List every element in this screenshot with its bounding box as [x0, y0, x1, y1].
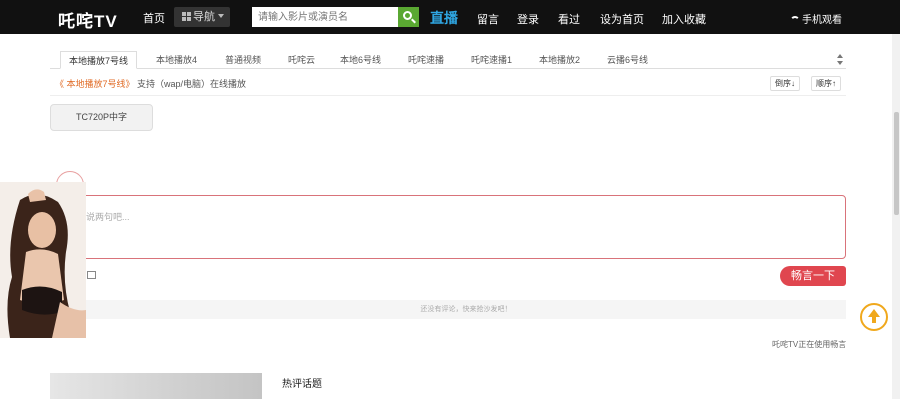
- page-scrollbar[interactable]: [892, 34, 900, 399]
- current-line-info: 《 本地播放7号线》 支持（wap/电脑）在线播放: [55, 77, 246, 90]
- divider: [50, 95, 846, 96]
- grid-icon: [182, 12, 191, 21]
- tabs-scroll-control[interactable]: [836, 53, 844, 67]
- wifi-icon: [790, 16, 800, 23]
- tab-source-8[interactable]: 本地播放2: [539, 51, 580, 69]
- chevron-down-icon: [218, 14, 224, 18]
- tab-source-6[interactable]: 吒咤速播: [408, 51, 444, 69]
- nav-menu-label: 导航: [193, 11, 215, 23]
- tab-source-7[interactable]: 吒咤速播1: [471, 51, 512, 69]
- sort-desc-button[interactable]: 倒序↓: [770, 76, 800, 91]
- comment-placeholder: 说两句吧...: [86, 212, 130, 222]
- support-text: 支持（wap/电脑）在线播放: [137, 79, 247, 89]
- site-logo[interactable]: 吒咤TV: [58, 7, 118, 32]
- search-input[interactable]: [252, 7, 398, 27]
- nav-home-link[interactable]: 首页: [143, 10, 165, 26]
- arrow-up-stem: [872, 316, 876, 323]
- sort-asc-button[interactable]: 顺序↑: [811, 76, 841, 91]
- send-comment-button[interactable]: 畅言一下: [780, 266, 846, 286]
- source-tabs: 本地播放7号线 本地播放4 普通视频 吒咤云 本地6号线 吒咤速播 吒咤速播1 …: [50, 51, 846, 69]
- chevron-up-icon: [837, 54, 843, 58]
- tab-source-9[interactable]: 云播6号线: [607, 51, 648, 69]
- mobile-view-label: 手机观看: [802, 15, 842, 26]
- search-icon: [403, 11, 412, 20]
- back-to-top-button[interactable]: [860, 303, 888, 331]
- chevron-down-icon: [837, 61, 843, 65]
- nav-live-link[interactable]: 直播: [430, 8, 458, 28]
- nav-history-link[interactable]: 看过: [558, 11, 580, 27]
- floating-ad-image[interactable]: [0, 182, 86, 338]
- image-upload-icon[interactable]: [87, 271, 96, 279]
- powered-by-text[interactable]: 吒咤TV正在使用畅言: [772, 339, 846, 350]
- current-line-label: 《 本地播放7号线》: [55, 79, 135, 89]
- comment-textarea[interactable]: [50, 195, 846, 259]
- nav-menu-button[interactable]: 导航: [174, 7, 230, 27]
- tab-source-3[interactable]: 普通视频: [225, 51, 261, 69]
- empty-comments-notice: 还没有评论，快来抢沙发吧！: [86, 300, 846, 319]
- scrollbar-thumb[interactable]: [894, 112, 899, 215]
- tab-source-1[interactable]: 本地播放7号线: [60, 51, 138, 69]
- search-button[interactable]: [398, 7, 419, 27]
- mobile-view-link[interactable]: 手机观看: [790, 11, 842, 26]
- nav-message-link[interactable]: 留言: [477, 11, 499, 27]
- tab-source-5[interactable]: 本地6号线: [340, 51, 381, 69]
- nav-set-homepage-link[interactable]: 设为首页: [600, 11, 644, 27]
- hot-topics-title: 热评话题: [282, 379, 322, 390]
- hot-topic-thumbnail[interactable]: [50, 373, 262, 399]
- episode-button[interactable]: TC720P中字: [50, 104, 153, 131]
- nav-login-link[interactable]: 登录: [517, 11, 539, 27]
- nav-favorite-link[interactable]: 加入收藏: [662, 11, 706, 27]
- tab-source-4[interactable]: 吒咤云: [288, 51, 315, 69]
- tab-source-2[interactable]: 本地播放4: [156, 51, 197, 69]
